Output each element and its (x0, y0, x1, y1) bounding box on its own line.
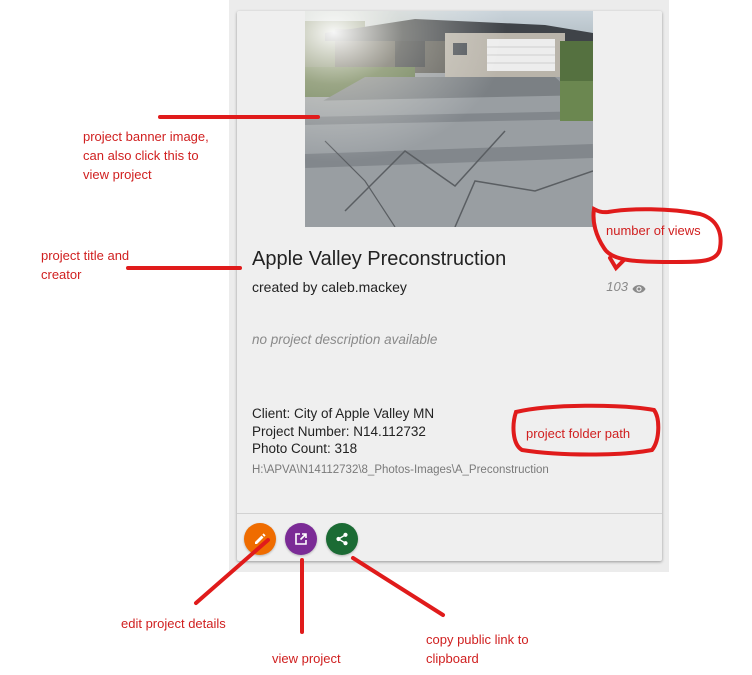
project-banner-image[interactable] (305, 11, 593, 227)
project-title: Apple Valley Preconstruction (252, 248, 507, 270)
annotation-views: number of views (606, 223, 701, 238)
annotation-share-line: copy public link to (426, 632, 529, 647)
annotation-banner-line: view project (83, 167, 152, 182)
annotation-edit: edit project details (121, 616, 226, 631)
eye-icon (632, 282, 646, 293)
project-description: no project description available (252, 332, 438, 347)
project-meta: Client: City of Apple Valley MN Project … (252, 405, 434, 458)
card-divider (237, 513, 662, 514)
share-link-button[interactable] (326, 523, 358, 555)
project-card: Apple Valley Preconstruction created by … (237, 11, 662, 561)
annotation-title-line: creator (41, 267, 82, 282)
annotation-share-line: clipboard (426, 651, 479, 666)
edit-project-button[interactable] (244, 523, 276, 555)
client-text: Client: City of Apple Valley MN (252, 406, 435, 421)
annotation-share: copy public link to clipboard (426, 630, 529, 668)
annotation-banner-line: project banner image, (83, 129, 209, 144)
project-creator: created by caleb.mackey (252, 279, 407, 295)
annotation-banner: project banner image, can also click thi… (83, 127, 209, 184)
view-count: 103 (606, 279, 646, 294)
photo-count-text: Photo Count: 318 (252, 441, 358, 456)
annotation-folder: project folder path (526, 426, 631, 441)
annotation-title-line: project title and (41, 248, 130, 263)
annotation-view: view project (272, 651, 341, 666)
annotation-title: project title and creator (41, 246, 129, 284)
view-count-value: 103 (606, 279, 628, 294)
project-folder-path: H:\APVA\N14112732\8_Photos-Images\A_Prec… (252, 464, 549, 476)
pencil-icon (255, 533, 266, 544)
open-in-new-icon (295, 533, 307, 545)
share-icon (336, 532, 348, 546)
annotation-banner-line: can also click this to (83, 148, 199, 163)
view-project-button[interactable] (285, 523, 317, 555)
project-number-text: Project Number: N14.112732 (252, 423, 426, 439)
